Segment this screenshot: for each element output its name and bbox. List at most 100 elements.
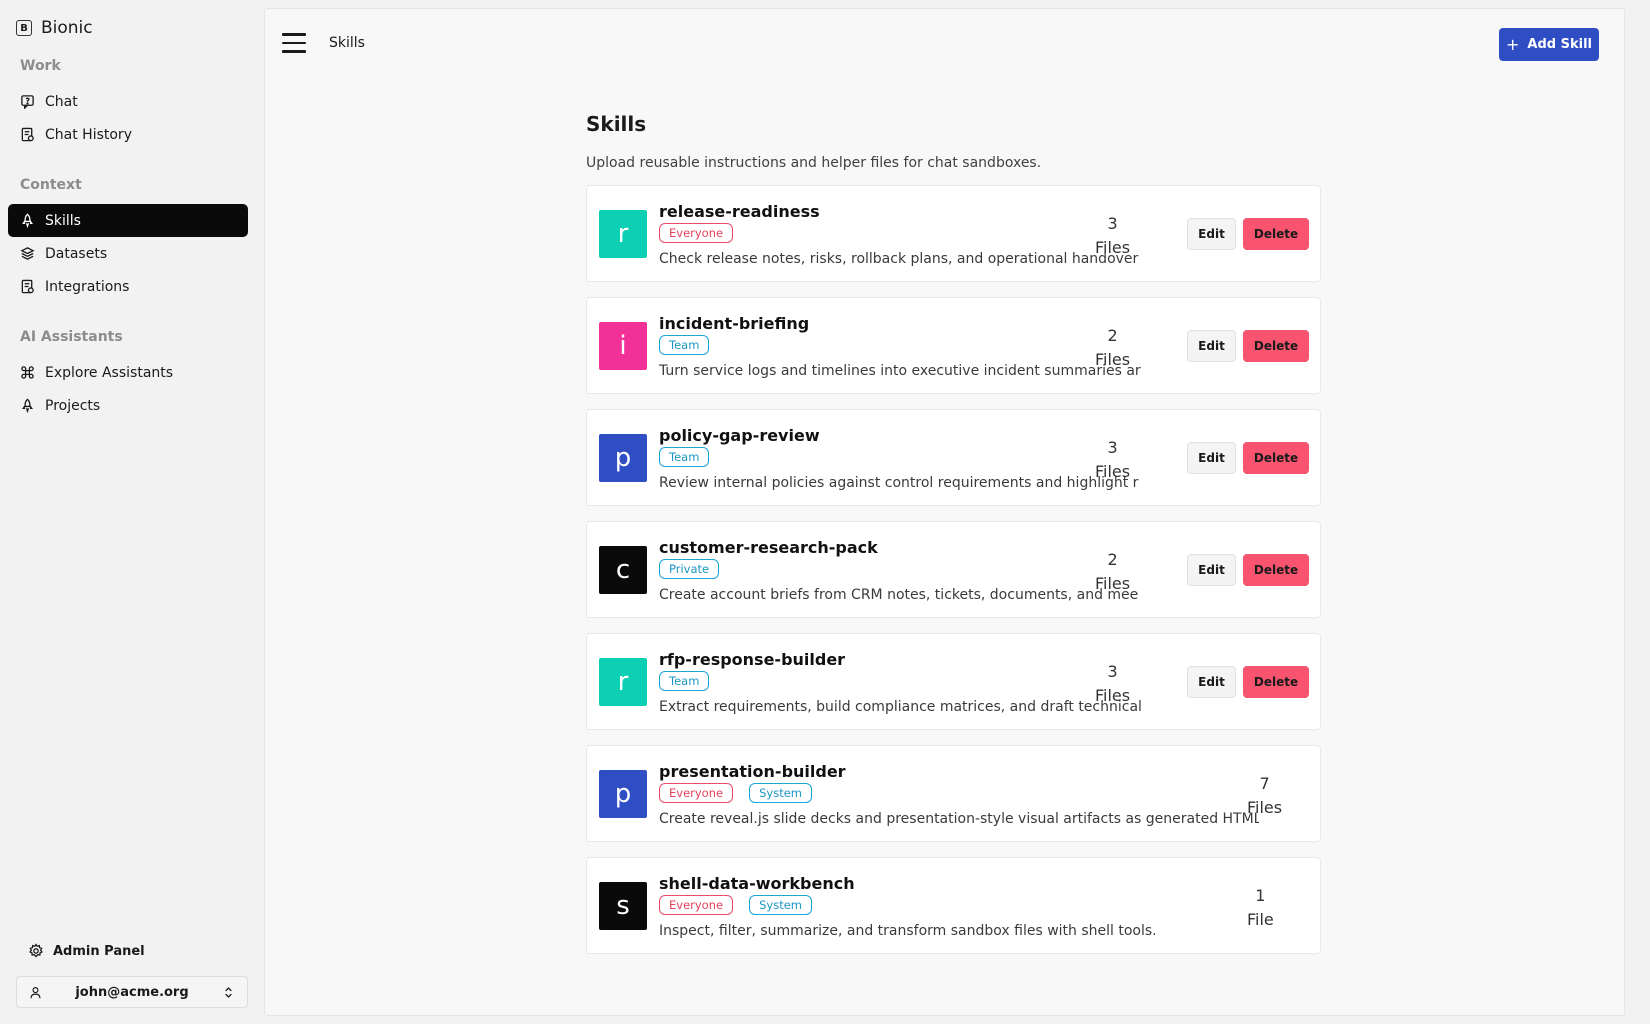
integrations-icon <box>21 279 34 294</box>
delete-button[interactable]: Delete <box>1243 666 1309 698</box>
sidebar-item-label: Skills <box>45 212 81 229</box>
plus-icon: + <box>1506 35 1520 54</box>
skill-description: Inspect, filter, summarize, and transfor… <box>659 923 1157 939</box>
file-count: 3 Files <box>1095 436 1130 484</box>
skill-avatar: s <box>599 882 647 930</box>
skill-name: policy-gap-review <box>659 426 820 445</box>
user-menu[interactable]: john@acme.org <box>16 976 248 1008</box>
file-count-value: 2 <box>1107 326 1118 345</box>
file-count: 1 File <box>1247 884 1274 932</box>
skill-name: presentation-builder <box>659 762 846 781</box>
skill-badges: Everyone <box>659 223 734 243</box>
admin-panel-label: Admin Panel <box>53 943 145 959</box>
skill-badges: Everyone System <box>659 895 812 915</box>
breadcrumb: Skills <box>329 35 365 51</box>
chevron-up-down-icon <box>225 986 232 998</box>
admin-panel-link[interactable]: Admin Panel <box>28 943 145 959</box>
file-count-label: Files <box>1095 686 1131 705</box>
visibility-badge: Private <box>659 559 720 579</box>
skill-description: Extract requirements, build compliance m… <box>659 699 1142 715</box>
brand-name: Bionic <box>41 18 93 38</box>
skill-card[interactable]: r release-readiness Everyone Check release … <box>586 185 1321 282</box>
user-icon <box>30 986 41 998</box>
file-count-label: Files <box>1095 238 1131 257</box>
skill-card[interactable]: p presentation-builder Everyone System Creat… <box>586 745 1321 842</box>
skill-badges: Team <box>659 671 710 691</box>
file-count-label: Files <box>1095 574 1131 593</box>
skill-description: Turn service logs and timelines into exe… <box>659 363 1141 379</box>
file-count-value: 3 <box>1107 662 1118 681</box>
file-count-value: 3 <box>1107 214 1118 233</box>
page-title: Skills <box>586 112 647 136</box>
add-skill-label: Add Skill <box>1527 37 1592 52</box>
file-count-value: 3 <box>1107 438 1118 457</box>
file-count: 7 Files <box>1247 772 1282 820</box>
file-count: 2 Files <box>1095 324 1130 372</box>
skill-card[interactable]: p policy-gap-review Team Review internal po… <box>586 409 1321 506</box>
skill-card[interactable]: s shell-data-workbench Everyone System Inspe… <box>586 857 1321 954</box>
menu-toggle-icon[interactable] <box>282 33 306 53</box>
skill-name: shell-data-workbench <box>659 874 855 893</box>
skill-card[interactable]: r rfp-response-builder Team Extract require… <box>586 633 1321 730</box>
section-label-ai-assistants: AI Assistants <box>20 329 123 345</box>
sidebar-item-integrations[interactable]: Integrations <box>8 270 248 303</box>
skill-avatar: i <box>599 322 647 370</box>
visibility-badge: System <box>749 783 812 803</box>
visibility-badge: Team <box>659 447 710 467</box>
skill-avatar: p <box>599 434 647 482</box>
skill-avatar: r <box>599 210 647 258</box>
command-icon <box>21 366 34 379</box>
brand-logo-icon: B <box>16 20 32 36</box>
file-count-label: File <box>1247 910 1274 929</box>
sidebar-item-chat-history[interactable]: Chat History <box>8 118 248 151</box>
file-count-value: 7 <box>1259 774 1270 793</box>
delete-button[interactable]: Delete <box>1243 442 1309 474</box>
brand[interactable]: B Bionic <box>16 18 93 38</box>
file-count-label: Files <box>1247 798 1283 817</box>
edit-button[interactable]: Edit <box>1187 666 1236 698</box>
delete-button[interactable]: Delete <box>1243 218 1309 250</box>
delete-button[interactable]: Delete <box>1243 554 1309 586</box>
sidebar-item-skills[interactable]: Skills <box>8 204 248 237</box>
visibility-badge: Everyone <box>659 783 734 803</box>
skill-card[interactable]: i incident-briefing Team Turn service logs … <box>586 297 1321 394</box>
sidebar-item-projects[interactable]: Projects <box>8 389 248 422</box>
visibility-badge: Team <box>659 671 710 691</box>
skill-avatar: c <box>599 546 647 594</box>
sidebar-item-label: Chat History <box>45 126 132 143</box>
sidebar: B Bionic Work Chat Chat History Context … <box>0 0 263 1024</box>
layers-icon <box>20 247 35 260</box>
sidebar-item-chat[interactable]: Chat <box>8 85 248 118</box>
edit-button[interactable]: Edit <box>1187 218 1236 250</box>
edit-button[interactable]: Edit <box>1187 442 1236 474</box>
skill-description: Check release notes, risks, rollback pla… <box>659 251 1139 267</box>
sidebar-item-label: Integrations <box>45 278 130 295</box>
skill-card[interactable]: c customer-research-pack Private Create acc… <box>586 521 1321 618</box>
skill-name: release-readiness <box>659 202 820 221</box>
chat-icon <box>21 95 34 109</box>
file-count: 2 Files <box>1095 548 1130 596</box>
delete-button[interactable]: Delete <box>1243 330 1309 362</box>
section-label-context: Context <box>20 177 82 193</box>
sidebar-item-label: Explore Assistants <box>45 364 174 381</box>
main-panel: Skills + Add Skill Skills Upload reusabl… <box>264 8 1625 1016</box>
edit-button[interactable]: Edit <box>1187 554 1236 586</box>
visibility-badge: Everyone <box>659 895 734 915</box>
skill-description: Review internal policies against control… <box>659 475 1139 491</box>
skill-avatar: r <box>599 658 647 706</box>
history-icon <box>21 127 34 142</box>
skill-description: Create reveal.js slide decks and present… <box>659 811 1259 827</box>
sidebar-item-label: Projects <box>45 397 101 414</box>
edit-button[interactable]: Edit <box>1187 330 1236 362</box>
file-count: 3 Files <box>1095 660 1130 708</box>
page-subtitle: Upload reusable instructions and helper … <box>586 155 1042 171</box>
user-email: john@acme.org <box>75 984 189 1000</box>
rocket-icon <box>22 213 33 228</box>
visibility-badge: Everyone <box>659 223 734 243</box>
sidebar-item-datasets[interactable]: Datasets <box>8 237 248 270</box>
skill-badges: Team <box>659 335 710 355</box>
sidebar-item-explore-assistants[interactable]: Explore Assistants <box>8 356 248 389</box>
add-skill-button[interactable]: + Add Skill <box>1499 28 1599 61</box>
visibility-badge: Team <box>659 335 710 355</box>
skill-name: rfp-response-builder <box>659 650 846 669</box>
